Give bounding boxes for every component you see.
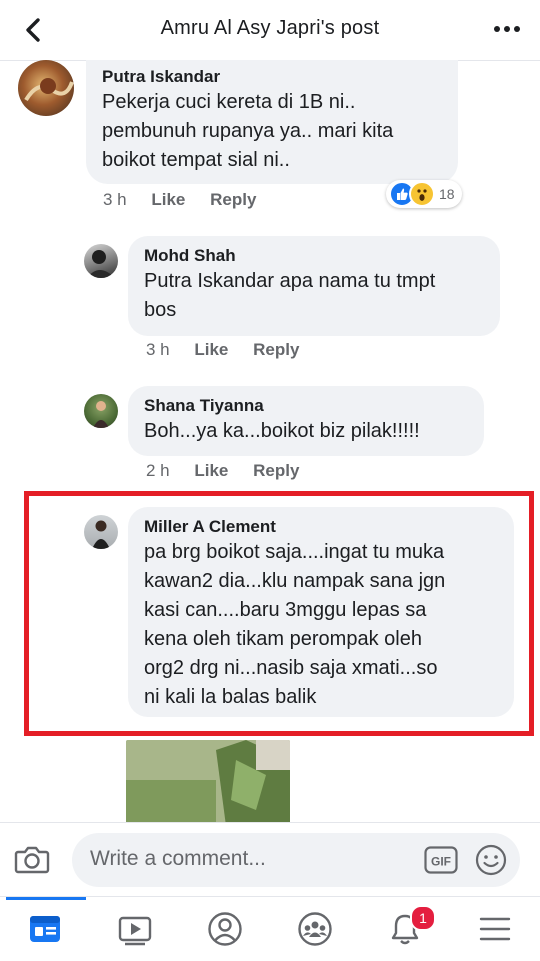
reply-link[interactable]: Reply	[253, 461, 299, 480]
groups-icon	[298, 912, 332, 946]
notification-badge: 1	[410, 905, 436, 931]
comment-meta: 2 h Like Reply	[146, 461, 319, 481]
reaction-summary[interactable]: 18	[386, 180, 462, 208]
tab-groups[interactable]	[270, 897, 360, 961]
gif-label: GIF	[431, 855, 451, 869]
profile-icon	[208, 912, 242, 946]
page-title: Amru Al Asy Japri's post	[160, 17, 380, 39]
comment-image[interactable]	[126, 740, 290, 826]
comment-text: Boh...ya ka...boikot biz pilak!!!!!	[144, 420, 420, 442]
comment-author[interactable]: Shana Tiyanna	[144, 395, 468, 417]
avatar[interactable]	[84, 394, 118, 428]
comment-bubble[interactable]: Miller A Clement pa brg boikot saja....i…	[128, 507, 514, 717]
menu-icon	[479, 917, 511, 941]
gif-button[interactable]: GIF	[424, 846, 458, 874]
avatar[interactable]	[84, 244, 118, 278]
like-link[interactable]: Like	[194, 461, 228, 480]
comment-text: Pekerja cuci kereta di 1B ni.. pembunuh …	[102, 91, 394, 171]
active-tab-indicator	[6, 897, 86, 900]
comment-author[interactable]: Mohd Shah	[144, 245, 484, 267]
tab-notifications[interactable]: 1	[360, 897, 450, 961]
comment-text: Putra Iskandar apa nama tu tmpt bos	[144, 270, 436, 321]
like-link[interactable]: Like	[194, 340, 228, 359]
reply-link[interactable]: Reply	[253, 340, 299, 359]
avatar[interactable]	[84, 515, 118, 549]
comment-bubble[interactable]: Shana Tiyanna Boh...ya ka...boikot biz p…	[128, 386, 484, 456]
reaction-count: 18	[439, 186, 455, 202]
comment-placeholder: Write a comment...	[90, 847, 266, 870]
tab-news-feed[interactable]	[0, 897, 90, 961]
comment-composer: Write a comment... GIF	[0, 822, 540, 897]
tab-watch[interactable]	[90, 897, 180, 961]
comment-meta: 3 h Like Reply	[103, 190, 276, 210]
comment-meta: 3 h Like Reply	[146, 340, 319, 360]
wow-reaction-icon	[409, 181, 435, 207]
comment-text: pa brg boikot saja....ingat tu muka kawa…	[144, 541, 446, 708]
comment-bubble[interactable]: Putra Iskandar Pekerja cuci kereta di 1B…	[86, 60, 458, 184]
tab-menu[interactable]	[450, 897, 540, 961]
smiley-icon[interactable]	[474, 843, 508, 877]
like-link[interactable]: Like	[151, 190, 185, 209]
comment-time: 3 h	[146, 340, 170, 359]
comment-bubble[interactable]: Mohd Shah Putra Iskandar apa nama tu tmp…	[128, 236, 500, 336]
comment-time: 3 h	[103, 190, 127, 209]
comment-author[interactable]: Miller A Clement	[144, 516, 498, 538]
camera-icon[interactable]	[14, 843, 50, 875]
watch-icon	[118, 916, 152, 946]
comment-author[interactable]: Putra Iskandar	[102, 66, 442, 88]
more-dots-icon[interactable]	[492, 22, 522, 36]
reply-link[interactable]: Reply	[210, 190, 256, 209]
comment-input[interactable]: Write a comment... GIF	[72, 833, 520, 887]
post-header: Amru Al Asy Japri's post	[0, 0, 540, 61]
comment-time: 2 h	[146, 461, 170, 480]
bottom-tab-bar: 1	[0, 896, 540, 961]
news-feed-icon	[30, 916, 60, 942]
tab-profile[interactable]	[180, 897, 270, 961]
avatar[interactable]	[18, 60, 74, 116]
